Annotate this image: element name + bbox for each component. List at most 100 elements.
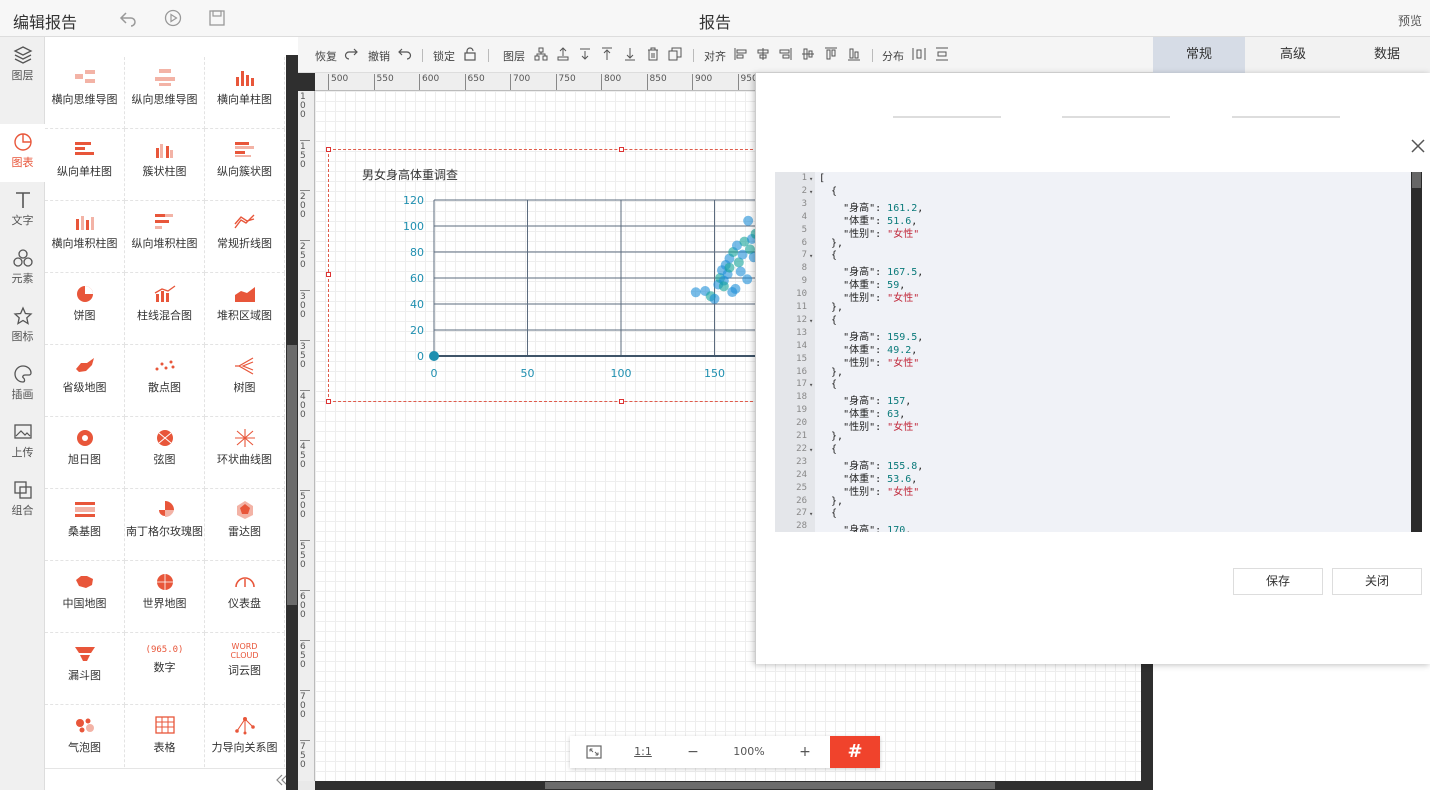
palette-item[interactable]: 常规折线图 [205,201,285,273]
rail-item-illustration[interactable]: 插画 [0,356,45,414]
palette-item[interactable]: 纵向簇状图 [205,129,285,201]
align-top-icon[interactable] [824,47,838,61]
palette-item[interactable]: 柱线混合图 [125,273,205,345]
palette-item[interactable]: 横向单柱图 [205,57,285,129]
rail-item-layers[interactable]: 图层 [0,37,45,95]
editor-scrollbar[interactable] [1411,172,1422,532]
palette-item[interactable]: 纵向单柱图 [45,129,125,201]
group-icon [13,481,32,499]
tab-data[interactable]: 数据 [1341,37,1430,73]
modal-close-button[interactable]: 关闭 [1332,568,1422,595]
send-to-bottom-icon[interactable] [623,47,637,61]
align-middle-v-icon[interactable] [801,47,815,61]
palette-item[interactable]: 雷达图 [205,489,285,561]
delete-icon[interactable] [646,47,660,61]
fold-arrow-icon[interactable]: ▾ [809,317,813,325]
undo-button[interactable]: 撤销 [368,48,390,64]
grid-toggle-button[interactable]: # [830,736,880,768]
resize-handle[interactable] [619,147,624,152]
bring-up-icon[interactable] [556,47,570,61]
resize-handle[interactable] [326,399,331,404]
palette-item[interactable]: 力导向关系图 [205,705,285,777]
palette-scroll-thumb[interactable] [287,345,297,605]
palette-item[interactable]: 表格 [125,705,205,777]
palette-item-label: 散点图 [148,381,181,394]
modal-save-button[interactable]: 保存 [1233,568,1323,595]
palette-item[interactable]: 世界地图 [125,561,205,633]
align-bottom-icon[interactable] [847,47,861,61]
palette-item[interactable]: 簇状柱图 [125,129,205,201]
tab-advanced[interactable]: 高级 [1247,37,1339,73]
palette-item[interactable]: 纵向堆积柱图 [125,201,205,273]
ruler-tick-label: 450 [300,440,310,470]
fold-arrow-icon[interactable]: ▾ [809,446,813,454]
collapse-bar[interactable] [45,768,288,790]
rail-item-icons[interactable]: 图标 [0,298,45,356]
palette-item[interactable]: 树图 [205,345,285,417]
scatter-chart[interactable]: 0 20 40 60 80 100 120 0 50 100 150 [395,188,757,388]
palette-item[interactable]: 中国地图 [45,561,125,633]
zoom-in-button[interactable]: + [780,736,830,768]
layer-hierarchy-icon[interactable] [534,47,548,61]
canvas-hscroll-thumb[interactable] [545,782,995,789]
line-number: 10 [796,289,807,300]
palette-item[interactable]: 弦图 [125,417,205,489]
palette-item[interactable]: 气泡图 [45,705,125,777]
align-left-icon[interactable] [734,47,748,61]
resize-handle[interactable] [326,147,331,152]
fold-arrow-icon[interactable]: ▾ [809,510,813,518]
fit-screen-button[interactable] [570,736,618,768]
fold-arrow-icon[interactable]: ▾ [809,381,813,389]
palette-item[interactable]: 旭日图 [45,417,125,489]
palette-item[interactable]: 省级地图 [45,345,125,417]
palette-item[interactable]: WORD CLOUD 词云图 [205,633,285,705]
close-icon[interactable] [1410,138,1426,154]
lock-icon[interactable] [463,47,477,61]
preview-link[interactable]: 预览 [1398,12,1422,29]
ruler-tick-label: 650 [300,640,310,670]
rail-item-text[interactable]: 文字 [0,182,45,240]
zoom-out-button[interactable]: − [668,736,718,768]
copy-icon[interactable] [668,47,682,61]
palette-item[interactable]: 横向思维导图 [45,57,125,129]
rail-item-chart[interactable]: 图表 [0,124,45,182]
ruler-corner [298,73,315,91]
rail-item-group[interactable]: 组合 [0,472,45,530]
palette-item[interactable]: 漏斗图 [45,633,125,705]
palette-item[interactable]: 南丁格尔玫瑰图 [125,489,205,561]
actual-size-button[interactable]: 1:1 [620,736,666,768]
align-right-icon[interactable] [778,47,792,61]
distribute-h-icon[interactable] [912,47,926,61]
line-number: 27 [796,508,807,519]
bring-to-top-icon[interactable] [600,47,614,61]
palette-item[interactable]: 堆积区域图 [205,273,285,345]
redo-button[interactable]: 恢复 [315,48,337,64]
json-code-editor[interactable]: 1 ▾[2 ▾ {3 "身高": 161.2, 4 "体重": 51.6, 5 "性别"… [775,172,1422,532]
rail-item-upload[interactable]: 上传 [0,414,45,472]
line-number: 8 [801,263,807,274]
redo-icon[interactable] [344,47,358,61]
resize-handle[interactable] [619,399,624,404]
editor-scroll-thumb[interactable] [1412,172,1421,188]
undo-icon[interactable] [398,47,412,61]
palette-item[interactable]: 横向堆积柱图 [45,201,125,273]
align-center-h-icon[interactable] [756,47,770,61]
fold-arrow-icon[interactable]: ▾ [809,252,813,260]
lock-button[interactable]: 锁定 [433,48,455,64]
palette-item[interactable]: 饼图 [45,273,125,345]
send-down-icon[interactable] [578,47,592,61]
fold-arrow-icon[interactable]: ▾ [809,175,813,183]
line-number: 3 [801,198,807,209]
palette-item[interactable]: 环状曲线图 [205,417,285,489]
palette-item[interactable]: (965.0) 数字 [125,633,205,705]
palette-item[interactable]: 仪表盘 [205,561,285,633]
tab-general[interactable]: 常规 [1153,37,1245,73]
distribute-v-icon[interactable] [935,47,949,61]
resize-handle[interactable] [326,272,331,277]
code-token: { [819,379,838,391]
palette-item[interactable]: 纵向思维导图 [125,57,205,129]
fold-arrow-icon[interactable]: ▾ [809,188,813,196]
rail-item-elements[interactable]: 元素 [0,240,45,298]
palette-item[interactable]: 桑基图 [45,489,125,561]
palette-item[interactable]: 散点图 [125,345,205,417]
